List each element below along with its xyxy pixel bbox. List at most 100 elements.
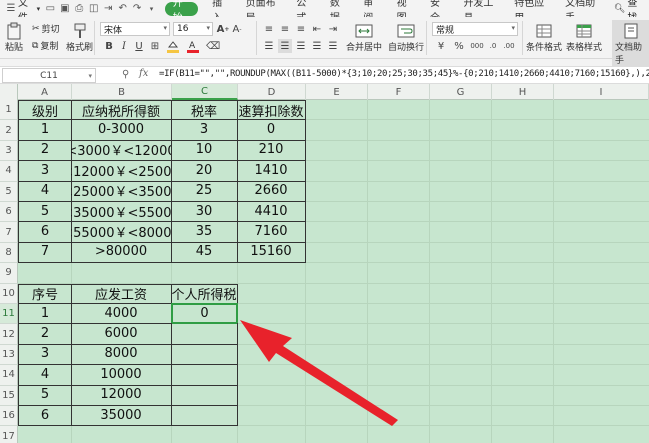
conditional-format-button[interactable]: 条件格式 — [526, 22, 562, 53]
align-right-icon[interactable]: ☰ — [294, 39, 308, 53]
tab-view[interactable]: 视图 — [389, 0, 422, 24]
increase-decimal-icon[interactable]: .0 — [486, 39, 500, 53]
selected-cell-c11[interactable]: 0 — [171, 303, 238, 325]
row-header-1[interactable]: 1 — [0, 100, 18, 121]
bold-button[interactable]: B — [102, 39, 116, 53]
format-painter-button[interactable]: 格式刷 — [66, 22, 93, 53]
tab-formulas[interactable]: 公式 — [288, 0, 321, 24]
select-all-corner[interactable] — [0, 84, 18, 100]
tax-table-cell[interactable]: <12000￥<25000 — [71, 160, 172, 182]
tax-table-cell[interactable]: 15160 — [237, 241, 306, 264]
zoom-icon[interactable]: ⚲ — [122, 69, 129, 80]
tax-table-cell[interactable]: 0 — [237, 119, 306, 141]
tax-table-header[interactable]: 速算扣除数 — [237, 100, 306, 121]
tab-insert[interactable]: 插入 — [204, 0, 237, 24]
tax-table-cell[interactable]: >80000 — [71, 241, 172, 264]
fill-color-icon[interactable] — [166, 39, 180, 53]
tax-table-cell[interactable]: <3000￥<12000 — [71, 139, 172, 162]
tab-review[interactable]: 审阅 — [355, 0, 388, 24]
tax-table-cell[interactable]: 10 — [171, 139, 238, 162]
save-icon[interactable]: ▣ — [60, 3, 70, 15]
copy-button[interactable]: ⧉ 复制 — [32, 39, 58, 53]
salary-table-cell[interactable]: 12000 — [71, 384, 172, 406]
name-box[interactable]: C11 ▾ — [2, 68, 96, 83]
file-menu[interactable]: ☰ 文件 ▾ — [0, 0, 43, 24]
shrink-font-icon[interactable]: A- — [230, 22, 244, 36]
align-center-icon[interactable]: ☰ — [278, 39, 292, 53]
font-name-select[interactable]: 宋体 ▾ — [100, 22, 170, 36]
tax-table-cell[interactable]: <25000￥<35000 — [71, 180, 172, 202]
salary-table-cell[interactable]: 4 — [18, 364, 72, 386]
row-header-13[interactable]: 13 — [0, 344, 18, 366]
tax-table-cell[interactable]: 35 — [171, 221, 238, 243]
distributed-icon[interactable]: ☰ — [326, 39, 340, 53]
undo-icon[interactable]: ↶ — [117, 3, 127, 15]
align-top-icon[interactable]: ≡ — [262, 22, 276, 36]
italic-button[interactable]: I — [117, 39, 131, 53]
row-header-4[interactable]: 4 — [0, 161, 18, 182]
tax-table-cell[interactable]: 3 — [18, 160, 72, 182]
export-icon[interactable]: ⇥ — [103, 3, 113, 15]
doc-helper-button[interactable]: 文档助手 — [612, 20, 649, 68]
salary-table-header[interactable]: 个人所得税 — [171, 283, 238, 304]
font-color-icon[interactable]: A — [186, 39, 200, 53]
indent-icon[interactable]: ⇤ — [310, 22, 324, 36]
tax-table-cell[interactable]: 7160 — [237, 221, 306, 243]
tax-table-cell[interactable]: 2660 — [237, 180, 306, 202]
row-header-12[interactable]: 12 — [0, 324, 18, 345]
salary-table-cell[interactable] — [171, 405, 238, 427]
column-header-d[interactable]: D — [238, 84, 306, 100]
row-header-2[interactable]: 2 — [0, 120, 18, 141]
row-header-14[interactable]: 14 — [0, 365, 18, 386]
outdent-icon[interactable]: ⇥ — [326, 22, 340, 36]
column-header-c[interactable]: C — [172, 84, 238, 100]
row-header-6[interactable]: 6 — [0, 202, 18, 223]
merge-center-button[interactable]: 合并居中 — [346, 22, 382, 53]
salary-table-cell[interactable]: 5 — [18, 384, 72, 406]
tax-table-cell[interactable]: 4410 — [237, 201, 306, 223]
salary-table-cell[interactable]: 10000 — [71, 364, 172, 386]
paste-button[interactable]: 粘贴 — [4, 22, 24, 53]
salary-table-cell[interactable] — [171, 384, 238, 406]
row-header-15[interactable]: 15 — [0, 385, 18, 406]
tab-page-layout[interactable]: 页面布局 — [238, 0, 289, 24]
tax-table-cell[interactable]: 2 — [18, 139, 72, 162]
tax-table-cell[interactable]: 30 — [171, 201, 238, 223]
tax-table-cell[interactable]: 3 — [171, 119, 238, 141]
tab-developer[interactable]: 开发工具 — [455, 0, 506, 24]
folder-icon[interactable]: ▭ — [45, 3, 55, 15]
thousands-icon[interactable]: 000 — [470, 39, 484, 53]
salary-table-cell[interactable]: 8000 — [71, 343, 172, 366]
row-header-8[interactable]: 8 — [0, 242, 18, 264]
tab-features[interactable]: 特色应用 — [506, 0, 557, 24]
font-size-select[interactable]: 16 ▾ — [173, 22, 213, 36]
salary-table-cell[interactable]: 1 — [18, 303, 72, 325]
tax-table-header[interactable]: 应纳税所得额 — [71, 100, 172, 121]
table-style-button[interactable]: 表格样式 — [566, 22, 602, 53]
redo-icon[interactable]: ↷ — [132, 3, 142, 15]
tax-table-cell[interactable]: 5 — [18, 201, 72, 223]
tax-table-cell[interactable]: 45 — [171, 241, 238, 264]
tax-table-cell[interactable]: 20 — [171, 160, 238, 182]
tab-doc-helper[interactable]: 文档助手 — [557, 0, 608, 24]
underline-button[interactable]: U — [132, 39, 146, 53]
salary-table-cell[interactable]: 4000 — [71, 303, 172, 325]
row-header-16[interactable]: 16 — [0, 406, 18, 427]
tab-data[interactable]: 数据 — [322, 0, 355, 24]
tax-table-cell[interactable]: 4 — [18, 180, 72, 202]
salary-table-cell[interactable]: 35000 — [71, 405, 172, 427]
tax-table-cell[interactable]: 7 — [18, 241, 72, 264]
salary-table-cell[interactable]: 3 — [18, 343, 72, 366]
salary-table-cell[interactable]: 2 — [18, 323, 72, 345]
formula-input[interactable]: =IF(B11="","",ROUNDUP(MAX((B11-5000)*{3;… — [159, 69, 649, 79]
percent-button[interactable]: % — [452, 39, 466, 53]
tax-table-cell[interactable]: <35000￥<55000 — [71, 201, 172, 223]
row-header-5[interactable]: 5 — [0, 181, 18, 202]
row-header-11[interactable]: 11 — [0, 304, 18, 325]
print-preview-icon[interactable]: ◫ — [89, 3, 99, 15]
row-header-10[interactable]: 10 — [0, 283, 18, 304]
column-header-f[interactable]: F — [368, 84, 430, 100]
salary-table-cell[interactable]: 6000 — [71, 323, 172, 345]
justify-icon[interactable]: ☰ — [310, 39, 324, 53]
tax-table-cell[interactable]: 1410 — [237, 160, 306, 182]
